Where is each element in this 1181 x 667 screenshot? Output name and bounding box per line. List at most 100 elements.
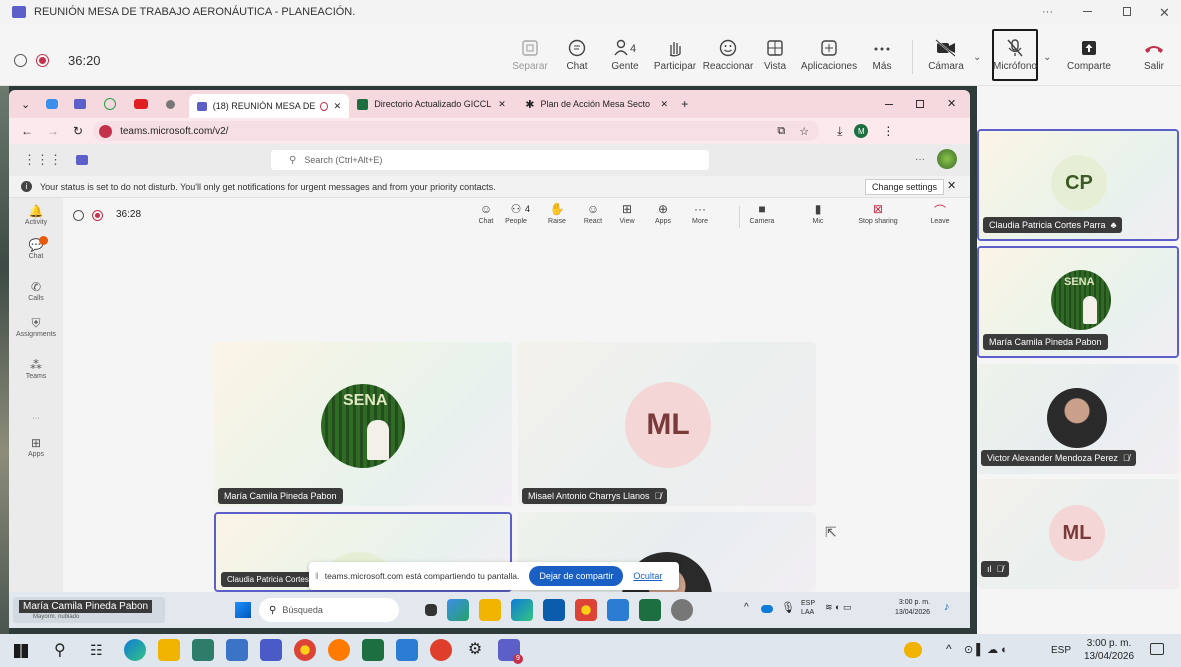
windows-start-icon[interactable]	[235, 602, 251, 618]
inner-mic-button[interactable]: ▮ Mic	[803, 202, 833, 225]
teams-tab-icon[interactable]	[74, 99, 87, 109]
new-tab-icon[interactable]: +	[681, 97, 688, 111]
gallery-tile-claudia[interactable]: CP Claudia Patricia Cortes Parra ♣	[977, 129, 1179, 241]
browser-close-icon[interactable]: ✕	[947, 97, 956, 110]
inner-more-button[interactable]: ··· More	[685, 202, 715, 225]
dismiss-notice-icon[interactable]: ✕	[947, 179, 956, 192]
separate-button[interactable]: Separar	[508, 26, 552, 84]
inner-leave-button[interactable]: ⌒ Leave	[925, 202, 955, 225]
teams-taskbar-icon[interactable]: 9	[498, 639, 523, 664]
view-button[interactable]: Vista	[758, 26, 792, 84]
task-view-icon[interactable]: ☷	[90, 642, 103, 659]
clock-time[interactable]: 3:00 p. m.	[1087, 638, 1131, 649]
rail-item-[interactable]: ···	[9, 400, 63, 422]
minimize-icon[interactable]	[1083, 11, 1092, 12]
stop-sharing-button[interactable]: Dejar de compartir	[529, 566, 624, 586]
inner-view-button[interactable]: ⊞ View	[612, 202, 642, 225]
app-launcher-icon[interactable]: ⋮⋮⋮	[23, 152, 62, 168]
gallery-tile-victor[interactable]: Victor Alexander Mendoza Perez 🎙̸	[977, 364, 1179, 474]
tab-close-icon[interactable]: ✕	[334, 101, 342, 112]
teams-classic-icon[interactable]	[260, 639, 282, 661]
inner-react-button[interactable]: ☺ React	[578, 202, 608, 225]
chrome-icon[interactable]	[294, 639, 316, 661]
whatsapp-icon[interactable]	[104, 98, 117, 110]
leave-button[interactable]: Salir	[1134, 26, 1174, 84]
forward-icon[interactable]: →	[47, 124, 59, 138]
photos-icon[interactable]	[226, 639, 248, 661]
task-view-icon[interactable]	[425, 604, 437, 616]
raise-hand-button[interactable]: Participar	[650, 26, 700, 84]
language-indicator[interactable]: ESP	[1051, 645, 1071, 656]
reload-icon[interactable]: ↻	[73, 124, 83, 138]
excel-icon[interactable]	[362, 639, 384, 661]
camera-button[interactable]: Cámara	[924, 26, 968, 84]
gallery-tile-misael[interactable]: ML ıl 🎙̸	[977, 479, 1179, 589]
rail-item-chat[interactable]: 💬 Chat	[9, 238, 63, 260]
download-icon[interactable]: ⤓	[837, 124, 842, 139]
mic-options-chevron-icon[interactable]: ⌄	[1043, 52, 1051, 63]
tray-chevron-icon[interactable]: ^	[744, 602, 749, 613]
bookmark-star-icon[interactable]: ☆	[799, 125, 809, 138]
clock-date[interactable]: 13/04/2026	[1084, 651, 1134, 662]
chrome-icon[interactable]	[575, 599, 597, 621]
record-tab-icon[interactable]	[166, 99, 176, 109]
drag-handle-icon[interactable]: ‖	[315, 571, 319, 581]
rail-item-calls[interactable]: ✆ Calls	[9, 280, 63, 302]
rail-item-assignments[interactable]: ⛨ Assignments	[9, 316, 63, 338]
more-button[interactable]: Más	[864, 26, 900, 84]
browser-menu-icon[interactable]: ⋮	[882, 124, 894, 138]
pdf-reader-icon[interactable]	[430, 639, 452, 661]
language-indicator[interactable]: ESP	[801, 600, 815, 607]
tray-icons[interactable]: ⊙ ▌ ☁ ◐	[964, 643, 1008, 656]
browser-restore-icon[interactable]	[916, 100, 924, 108]
change-settings-button[interactable]: Change settings	[865, 179, 945, 195]
youtube-icon[interactable]	[134, 99, 149, 109]
edge-icon[interactable]	[124, 639, 146, 661]
close-icon[interactable]: ✕	[1159, 5, 1170, 21]
tray-chevron-icon[interactable]: ^	[946, 642, 952, 656]
react-button[interactable]: Reaccionar	[702, 26, 754, 84]
hide-banner-link[interactable]: Ocultar	[633, 571, 662, 581]
word-icon[interactable]	[607, 599, 629, 621]
inner-apps-button[interactable]: ⊕ Apps	[648, 202, 678, 225]
back-icon[interactable]: ←	[21, 124, 33, 138]
apps-button[interactable]: Aplicaciones	[798, 26, 860, 84]
inner-chat-button[interactable]: ☺ Chat	[471, 202, 501, 225]
microphone-button[interactable]: Micrófono	[992, 29, 1038, 81]
browser-minimize-icon[interactable]	[885, 104, 893, 105]
taskbar-search[interactable]: ⚲ Búsqueda	[259, 598, 399, 622]
inner-stop-sharing-button[interactable]: ⊠ Stop sharing	[853, 202, 903, 225]
video-tile-misael[interactable]: ML Misael Antonio Charrys Llanos 🎙̸	[518, 342, 816, 506]
edge-icon[interactable]	[511, 599, 533, 621]
camera-options-chevron-icon[interactable]: ⌄	[973, 52, 981, 63]
tab-teams-meeting[interactable]: (18) REUNIÓN MESA DE TR ✕	[189, 94, 350, 118]
store-icon[interactable]	[543, 599, 565, 621]
tab-plan-accion[interactable]: ✱ Plan de Acción Mesa Sectorial ✕	[525, 98, 675, 111]
share-button[interactable]: Comparte	[1064, 26, 1114, 84]
firefox-icon[interactable]	[328, 639, 350, 661]
rail-item-apps[interactable]: ⊞ Apps	[9, 436, 63, 458]
file-explorer-icon[interactable]	[158, 639, 180, 661]
notification-bell-icon[interactable]: ♪	[944, 601, 950, 613]
people-button[interactable]: 4 Gente	[604, 26, 646, 84]
profile-avatar[interactable]: M	[854, 124, 869, 138]
copilot-icon[interactable]	[46, 99, 59, 109]
inner-raise-button[interactable]: ✋ Raise	[542, 202, 572, 225]
widgets-icon[interactable]	[447, 599, 469, 621]
inner-camera-button[interactable]: ■ Camera	[747, 202, 777, 225]
settings-icon[interactable]	[671, 599, 693, 621]
url-field[interactable]: teams.microsoft.com/v2/ ⧉ ☆	[93, 121, 820, 141]
windows-start-icon[interactable]	[14, 644, 28, 658]
rail-item-activity[interactable]: 🔔 Activity	[9, 204, 63, 226]
teams-more-icon[interactable]: ···	[915, 154, 925, 165]
teams-search-input[interactable]: ⚲ Search (Ctrl+Alt+E)	[271, 150, 709, 170]
open-in-app-icon[interactable]: ⧉	[777, 125, 785, 138]
file-explorer-icon[interactable]	[479, 599, 501, 621]
gallery-tile-maria[interactable]: SENA María Camila Pineda Pabon	[977, 246, 1179, 358]
weather-tray-icon[interactable]	[904, 642, 922, 658]
tab-close-icon[interactable]: ✕	[498, 99, 506, 110]
tab-directorio[interactable]: Directorio Actualizado GICCL 2( ✕	[357, 98, 513, 110]
tab-close-icon[interactable]: ✕	[660, 99, 668, 110]
rail-item-teams[interactable]: ⁂ Teams	[9, 358, 63, 380]
video-tile-maria[interactable]: SENA María Camila Pineda Pabon	[214, 342, 512, 506]
